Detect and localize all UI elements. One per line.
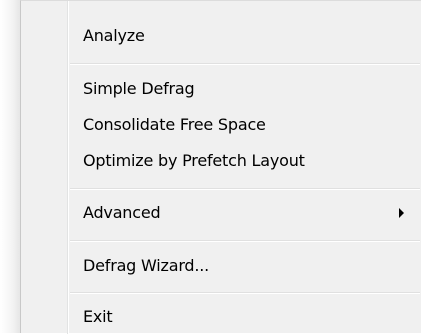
menu-item-defrag-wizard[interactable]: Defrag Wizard...: [83, 255, 209, 277]
menu-separator: [70, 292, 420, 294]
menu-item-label: Optimize by Prefetch Layout: [83, 151, 305, 170]
menu-shadow: [0, 0, 20, 333]
context-menu: Analyze Simple Defrag Consolidate Free S…: [20, 0, 421, 334]
menu-item-label: Consolidate Free Space: [83, 115, 266, 134]
menu-item-label: Advanced: [83, 203, 161, 222]
icon-gutter-divider-highlight: [68, 1, 69, 334]
submenu-arrow-icon: [399, 208, 404, 218]
menu-item-analyze[interactable]: Analyze: [83, 25, 145, 47]
menu-item-optimize-by-prefetch-layout[interactable]: Optimize by Prefetch Layout: [83, 150, 305, 172]
menu-item-advanced[interactable]: Advanced: [83, 202, 161, 224]
menu-item-label: Exit: [83, 307, 113, 326]
menu-item-label: Defrag Wizard...: [83, 256, 210, 275]
menu-item-label: Simple Defrag: [83, 79, 195, 98]
menu-separator: [70, 188, 420, 190]
menu-separator: [70, 240, 420, 242]
menu-item-simple-defrag[interactable]: Simple Defrag: [83, 78, 195, 100]
menu-separator: [70, 63, 420, 65]
menu-item-label: Analyze: [83, 26, 145, 45]
menu-item-consolidate-free-space[interactable]: Consolidate Free Space: [83, 114, 266, 136]
menu-item-exit[interactable]: Exit: [83, 306, 113, 328]
